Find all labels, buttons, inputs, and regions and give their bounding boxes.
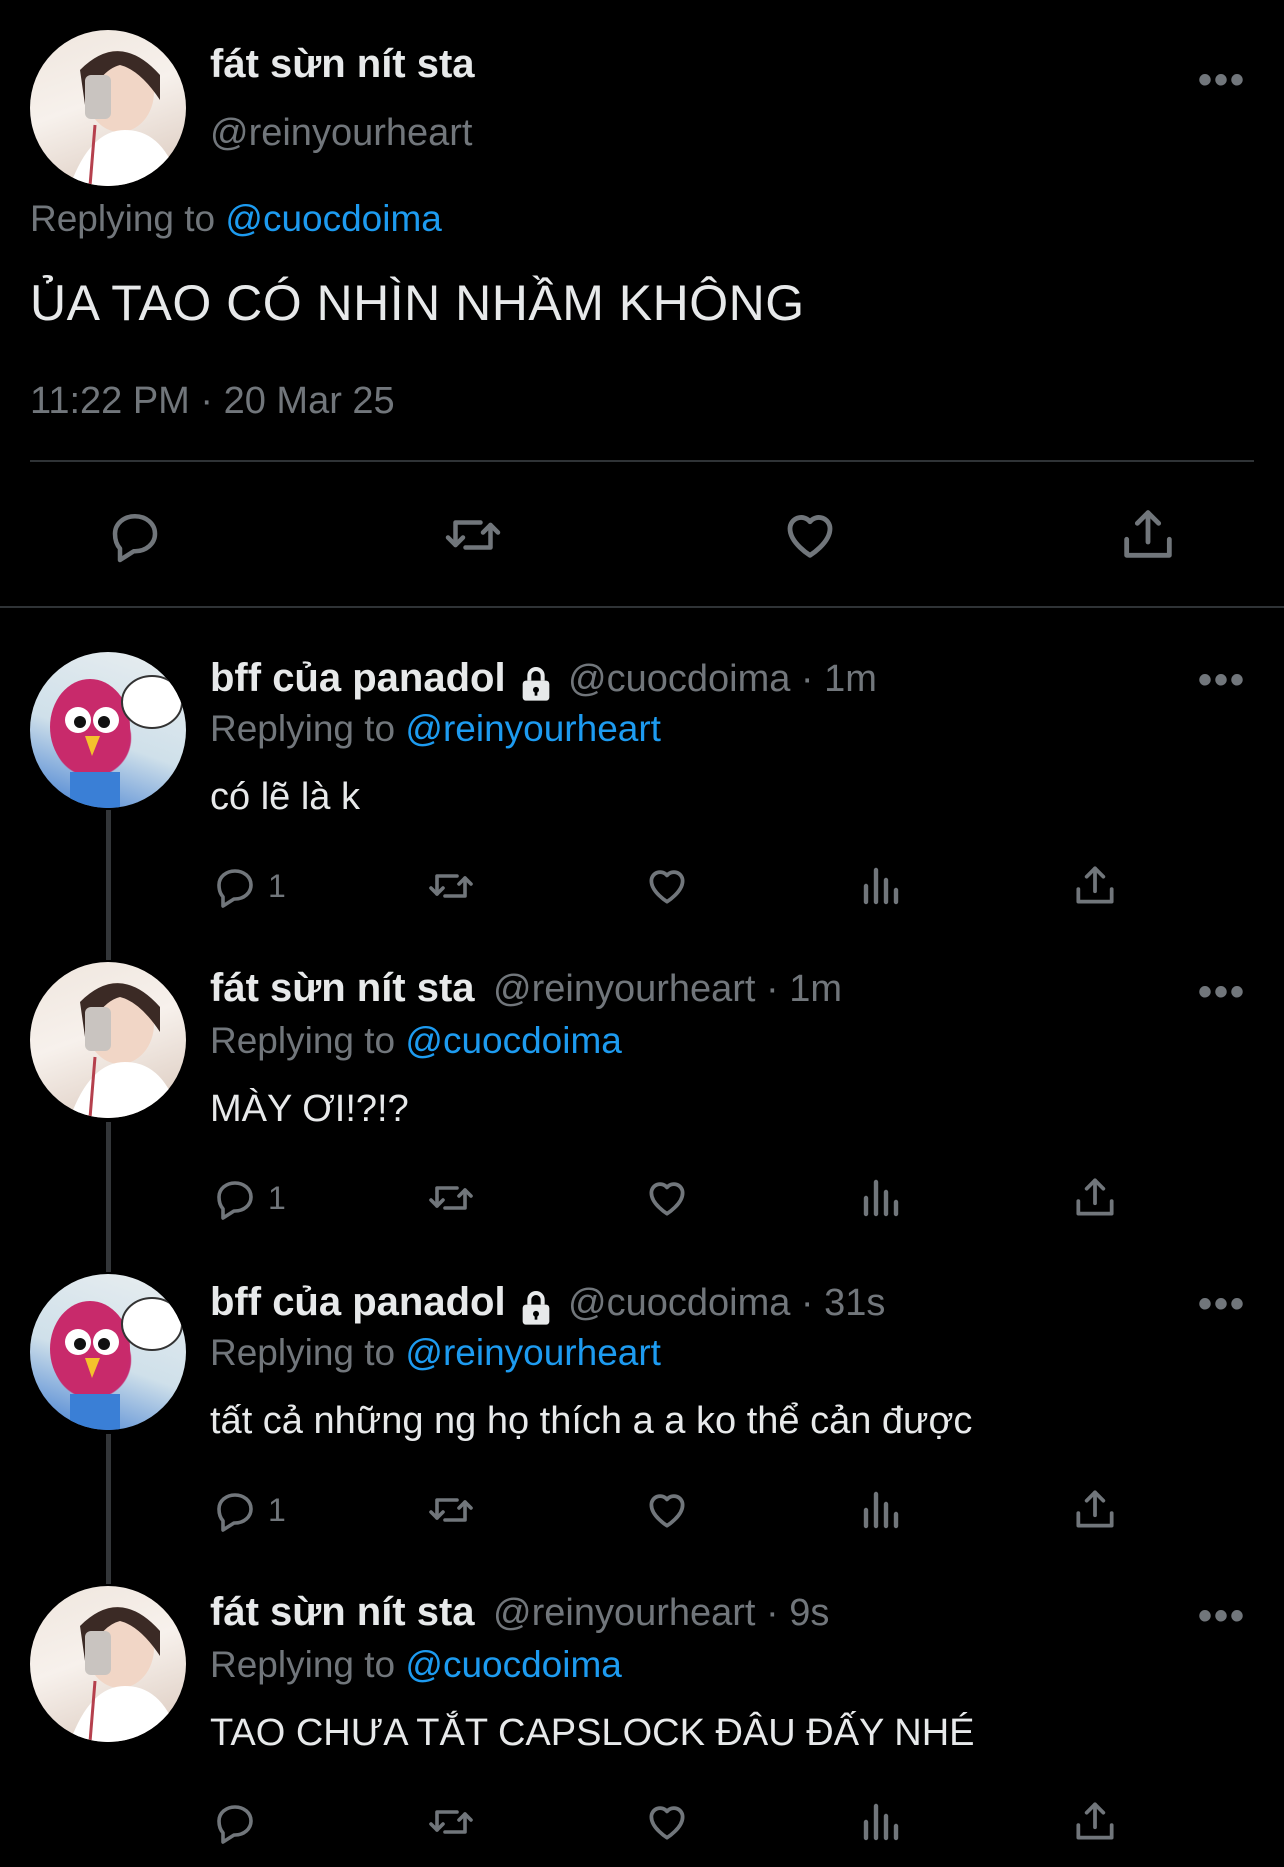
lock-icon: [516, 663, 556, 710]
reply-replying-to: Replying to @cuocdoima: [210, 1644, 622, 1686]
reply-icon[interactable]: [210, 1798, 268, 1846]
like-icon[interactable]: [642, 1484, 692, 1534]
reply-handle-time[interactable]: @reinyourheart · 9s: [493, 1592, 829, 1634]
share-icon[interactable]: [1116, 502, 1180, 566]
reply-replying-to: Replying to @cuocdoima: [210, 1020, 622, 1062]
share-icon[interactable]: [1070, 1172, 1120, 1222]
reply-text: MÀY ƠI!?!?: [210, 1088, 409, 1130]
replying-label: Replying to: [210, 1332, 406, 1373]
replying-mention[interactable]: @reinyourheart: [405, 1332, 661, 1373]
reply-header: bff của panadol @cuocdoima · 31s: [210, 1280, 885, 1334]
replying-mention[interactable]: @cuocdoima: [405, 1644, 622, 1685]
thread-line: [106, 1434, 111, 1584]
reply-icon[interactable]: 1: [210, 1174, 286, 1222]
more-icon[interactable]: •••: [1198, 1596, 1246, 1636]
retweet-icon[interactable]: [440, 505, 506, 565]
replying-mention[interactable]: @cuocdoima: [225, 198, 442, 239]
share-icon[interactable]: [1070, 860, 1120, 910]
reply-author-name[interactable]: fát sừn nít sta: [210, 1590, 475, 1634]
more-icon[interactable]: •••: [1198, 60, 1246, 100]
replying-mention[interactable]: @reinyourheart: [405, 708, 661, 749]
reply-avatar[interactable]: [30, 1274, 186, 1430]
main-timestamp[interactable]: 11:22 PM · 20 Mar 25: [30, 380, 395, 423]
retweet-icon[interactable]: [424, 862, 478, 910]
reply-avatar[interactable]: [30, 652, 186, 808]
thread-line: [106, 810, 111, 960]
retweet-icon[interactable]: [424, 1174, 478, 1222]
reply-count: 1: [268, 1491, 286, 1528]
section-divider: [0, 606, 1284, 608]
retweet-icon[interactable]: [424, 1486, 478, 1534]
replying-label: Replying to: [210, 1020, 406, 1061]
main-author-name[interactable]: fát sừn nít sta: [210, 42, 475, 87]
replying-label: Replying to: [30, 198, 226, 239]
more-icon[interactable]: •••: [1198, 1284, 1246, 1324]
reply-replying-to: Replying to @reinyourheart: [210, 708, 661, 750]
like-icon[interactable]: [642, 1172, 692, 1222]
main-author-handle[interactable]: @reinyourheart: [210, 112, 472, 155]
reply-author-name[interactable]: bff của panadol: [210, 656, 506, 700]
divider: [30, 460, 1254, 462]
reply-count: 1: [268, 1179, 286, 1216]
views-icon[interactable]: [858, 1486, 906, 1534]
share-icon[interactable]: [1070, 1484, 1120, 1534]
reply-count: 1: [268, 867, 286, 904]
main-avatar[interactable]: [30, 30, 186, 186]
reply-text: có lẽ là k: [210, 776, 360, 818]
reply-author-name[interactable]: fát sừn nít sta: [210, 966, 475, 1010]
share-icon[interactable]: [1070, 1796, 1120, 1846]
reply-text: tất cả những ng họ thích a a ko thể cản …: [210, 1400, 973, 1442]
reply-handle-time[interactable]: @cuocdoima · 31s: [568, 1282, 885, 1324]
replying-label: Replying to: [210, 1644, 406, 1685]
reply-text: TAO CHƯA TẮT CAPSLOCK ĐÂU ĐẤY NHÉ: [210, 1712, 975, 1754]
views-icon[interactable]: [858, 1174, 906, 1222]
reply-replying-to: Replying to @reinyourheart: [210, 1332, 661, 1374]
views-icon[interactable]: [858, 862, 906, 910]
more-icon[interactable]: •••: [1198, 972, 1246, 1012]
thread-line: [106, 1122, 111, 1272]
lock-icon: [516, 1287, 556, 1334]
like-icon[interactable]: [642, 860, 692, 910]
reply-author-name[interactable]: bff của panadol: [210, 1280, 506, 1324]
reply-header: fát sừn nít sta @reinyourheart · 9s: [210, 1590, 829, 1635]
reply-icon[interactable]: 1: [210, 862, 286, 910]
reply-icon[interactable]: [104, 505, 166, 565]
reply-header: fát sừn nít sta @reinyourheart · 1m: [210, 966, 842, 1011]
retweet-icon[interactable]: [424, 1798, 478, 1846]
reply-avatar[interactable]: [30, 962, 186, 1118]
like-icon[interactable]: [642, 1796, 692, 1846]
views-icon[interactable]: [858, 1798, 906, 1846]
replying-mention[interactable]: @cuocdoima: [405, 1020, 622, 1061]
like-icon[interactable]: [778, 502, 842, 566]
reply-avatar[interactable]: [30, 1586, 186, 1742]
reply-header: bff của panadol @cuocdoima · 1m: [210, 656, 877, 710]
main-tweet-text: ỦA TAO CÓ NHÌN NHẦM KHÔNG: [30, 275, 805, 331]
reply-handle-time[interactable]: @cuocdoima · 1m: [568, 658, 877, 700]
main-replying-to: Replying to @cuocdoima: [30, 198, 442, 240]
reply-handle-time[interactable]: @reinyourheart · 1m: [493, 968, 842, 1010]
more-icon[interactable]: •••: [1198, 660, 1246, 700]
replying-label: Replying to: [210, 708, 406, 749]
reply-icon[interactable]: 1: [210, 1486, 286, 1534]
